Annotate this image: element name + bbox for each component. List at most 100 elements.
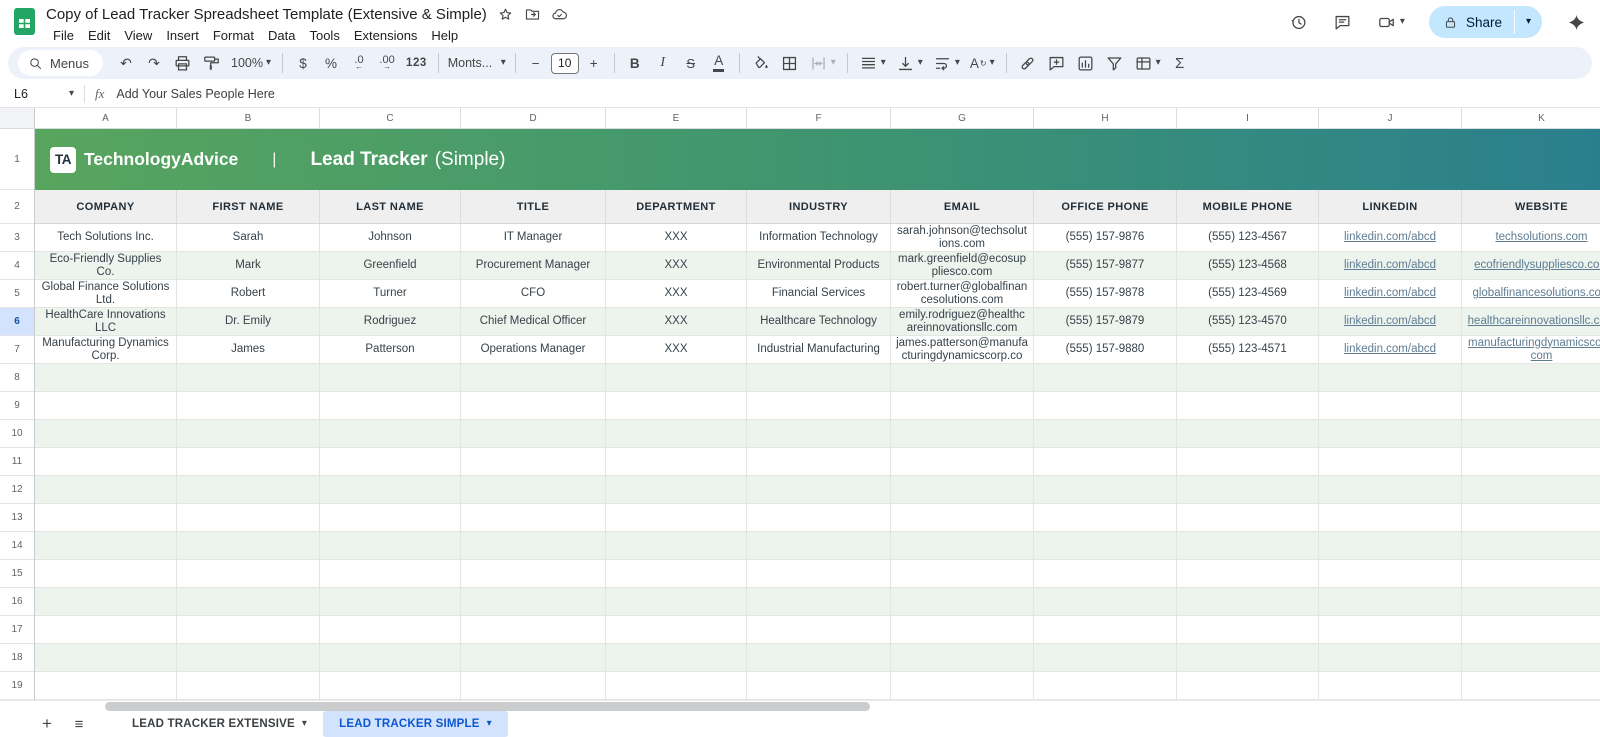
cell-K6[interactable]: healthcareinnovationsllc.com — [1462, 308, 1600, 336]
cell-B5[interactable]: Robert — [177, 280, 320, 308]
column-header-G[interactable]: G — [891, 108, 1034, 129]
cell-H17[interactable] — [1034, 616, 1177, 644]
cell-J8[interactable] — [1319, 364, 1462, 392]
cell-A9[interactable] — [35, 392, 177, 420]
cell-A19[interactable] — [35, 672, 177, 700]
cell-K7[interactable]: manufacturingdynamicscorp.com — [1462, 336, 1600, 364]
website-link[interactable]: globalfinancesolutions.com — [1472, 287, 1600, 300]
cell-E16[interactable] — [606, 588, 747, 616]
redo-button[interactable]: ↷ — [141, 50, 167, 76]
format-percent-button[interactable]: % — [318, 50, 344, 76]
cell-I17[interactable] — [1177, 616, 1319, 644]
header-cell-K[interactable]: WEBSITE — [1462, 190, 1600, 224]
header-cell-B[interactable]: FIRST NAME — [177, 190, 320, 224]
cell-A14[interactable] — [35, 532, 177, 560]
cell-H19[interactable] — [1034, 672, 1177, 700]
cell-F14[interactable] — [747, 532, 891, 560]
row-header-4[interactable]: 4 — [0, 252, 34, 280]
format-currency-button[interactable]: $ — [290, 50, 316, 76]
cell-G3[interactable]: sarah.johnson@techsolutions.com — [891, 224, 1034, 252]
cell-D17[interactable] — [461, 616, 606, 644]
cell-K14[interactable] — [1462, 532, 1600, 560]
cell-C6[interactable]: Rodriguez — [320, 308, 461, 336]
row-header-18[interactable]: 18 — [0, 644, 34, 672]
row-header-1[interactable]: 1 — [0, 129, 34, 190]
cell-J10[interactable] — [1319, 420, 1462, 448]
cell-J3[interactable]: linkedin.com/abcd — [1319, 224, 1462, 252]
cloud-saved-icon[interactable] — [551, 6, 568, 23]
menu-format[interactable]: Format — [206, 26, 261, 45]
cell-A15[interactable] — [35, 560, 177, 588]
cell-I15[interactable] — [1177, 560, 1319, 588]
cell-K12[interactable] — [1462, 476, 1600, 504]
cell-G15[interactable] — [891, 560, 1034, 588]
cell-J17[interactable] — [1319, 616, 1462, 644]
font-select[interactable]: Monts... ▾ — [446, 50, 508, 76]
cell-D13[interactable] — [461, 504, 606, 532]
cell-F9[interactable] — [747, 392, 891, 420]
cell-D3[interactable]: IT Manager — [461, 224, 606, 252]
cell-G4[interactable]: mark.greenfield@ecosuppliesco.com — [891, 252, 1034, 280]
cell-B16[interactable] — [177, 588, 320, 616]
cell-F16[interactable] — [747, 588, 891, 616]
cell-F18[interactable] — [747, 644, 891, 672]
strikethrough-button[interactable]: S — [678, 50, 704, 76]
row-header-11[interactable]: 11 — [0, 448, 34, 476]
cell-J19[interactable] — [1319, 672, 1462, 700]
cell-H14[interactable] — [1034, 532, 1177, 560]
cell-D5[interactable]: CFO — [461, 280, 606, 308]
cell-C16[interactable] — [320, 588, 461, 616]
cell-G10[interactable] — [891, 420, 1034, 448]
cell-I14[interactable] — [1177, 532, 1319, 560]
cell-G19[interactable] — [891, 672, 1034, 700]
cell-B15[interactable] — [177, 560, 320, 588]
cell-D8[interactable] — [461, 364, 606, 392]
cell-I3[interactable]: (555) 123-4567 — [1177, 224, 1319, 252]
horizontal-scrollbar-thumb[interactable] — [105, 702, 870, 711]
cell-G12[interactable] — [891, 476, 1034, 504]
menu-help[interactable]: Help — [424, 26, 465, 45]
cell-F15[interactable] — [747, 560, 891, 588]
cell-G11[interactable] — [891, 448, 1034, 476]
menu-insert[interactable]: Insert — [159, 26, 206, 45]
all-sheets-button[interactable]: ≡ — [66, 712, 92, 736]
website-link[interactable]: healthcareinnovationsllc.com — [1468, 315, 1600, 328]
cell-H15[interactable] — [1034, 560, 1177, 588]
cell-C3[interactable]: Johnson — [320, 224, 461, 252]
cell-K17[interactable] — [1462, 616, 1600, 644]
cell-C9[interactable] — [320, 392, 461, 420]
cell-D10[interactable] — [461, 420, 606, 448]
decrease-font-size-button[interactable]: − — [523, 50, 549, 76]
cell-D7[interactable]: Operations Manager — [461, 336, 606, 364]
doc-title[interactable]: Copy of Lead Tracker Spreadsheet Templat… — [46, 6, 487, 23]
vertical-align-button[interactable]: ▾ — [892, 50, 927, 76]
cell-B8[interactable] — [177, 364, 320, 392]
header-cell-F[interactable]: INDUSTRY — [747, 190, 891, 224]
cell-G17[interactable] — [891, 616, 1034, 644]
cell-F4[interactable]: Environmental Products — [747, 252, 891, 280]
share-main[interactable]: Share — [1429, 6, 1514, 38]
cell-G16[interactable] — [891, 588, 1034, 616]
cell-I19[interactable] — [1177, 672, 1319, 700]
cell-F3[interactable]: Information Technology — [747, 224, 891, 252]
cell-B18[interactable] — [177, 644, 320, 672]
linkedin-link[interactable]: linkedin.com/abcd — [1344, 259, 1436, 272]
cell-B10[interactable] — [177, 420, 320, 448]
cell-D16[interactable] — [461, 588, 606, 616]
cell-G9[interactable] — [891, 392, 1034, 420]
cell-G6[interactable]: emily.rodriguez@healthcareinnovationsllc… — [891, 308, 1034, 336]
cell-G8[interactable] — [891, 364, 1034, 392]
cell-B19[interactable] — [177, 672, 320, 700]
cell-I5[interactable]: (555) 123-4569 — [1177, 280, 1319, 308]
cell-C7[interactable]: Patterson — [320, 336, 461, 364]
cell-K19[interactable] — [1462, 672, 1600, 700]
cell-D6[interactable]: Chief Medical Officer — [461, 308, 606, 336]
cell-B17[interactable] — [177, 616, 320, 644]
create-filter-button[interactable] — [1101, 50, 1128, 76]
sheet-tab-1[interactable]: LEAD TRACKER EXTENSIVE ▾ — [116, 711, 323, 737]
cell-J11[interactable] — [1319, 448, 1462, 476]
cell-J18[interactable] — [1319, 644, 1462, 672]
header-cell-A[interactable]: COMPANY — [35, 190, 177, 224]
paint-format-button[interactable] — [198, 50, 225, 76]
cell-C5[interactable]: Turner — [320, 280, 461, 308]
